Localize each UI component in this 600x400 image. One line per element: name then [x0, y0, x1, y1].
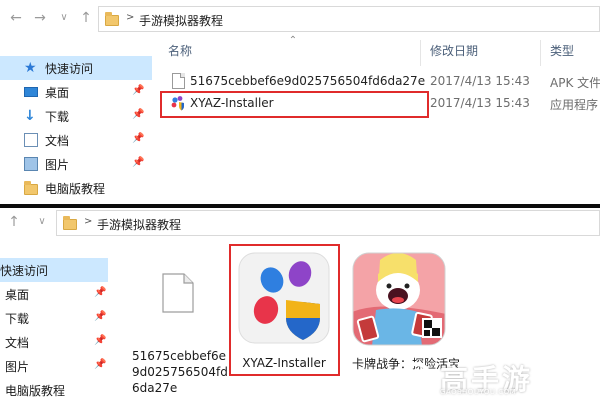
watermark-url: GAOSHOUYOU.COM: [440, 388, 517, 396]
pin-icon[interactable]: 📌: [94, 311, 106, 323]
sidebar-item-label: 快速访问: [0, 264, 49, 278]
breadcrumb-current-folder[interactable]: 手游模拟器教程: [97, 216, 181, 233]
back-arrow-icon[interactable]: ←: [8, 10, 24, 26]
pin-icon[interactable]: 📌: [132, 133, 144, 145]
sidebar-item-label: 电脑版教程: [45, 182, 106, 196]
sidebar-item-documents[interactable]: 文档 📌: [0, 128, 152, 152]
sort-ascending-icon: ⌃: [288, 35, 298, 46]
sidebar-item-quick-access[interactable]: 快速访问: [0, 258, 108, 282]
sidebar-item-label: 文档: [5, 336, 30, 350]
sidebar-item-desktop[interactable]: 桌面 📌: [0, 282, 108, 306]
highlight-box: [229, 244, 340, 376]
sidebar-item-pictures[interactable]: 图片 📌: [0, 354, 108, 378]
breadcrumb-separator: >: [126, 12, 135, 23]
document-icon: [24, 133, 38, 147]
file-type: APK 文件: [550, 76, 600, 90]
pin-icon[interactable]: 📌: [132, 157, 144, 169]
pin-icon[interactable]: 📌: [94, 359, 106, 371]
file-name: 51675cebbef6e9d025756504fd6da27e: [190, 74, 426, 88]
file-row[interactable]: 51675cebbef6e9d025756504fd6da27e 2017/4/…: [160, 71, 600, 93]
sidebar-item-label: 桌面: [45, 86, 70, 100]
caption-line: 9d025756504fd: [132, 365, 228, 379]
recent-chevron-icon[interactable]: ∨: [34, 214, 50, 230]
breadcrumb-separator: >: [84, 216, 93, 227]
file-type: 应用程序: [550, 98, 599, 112]
pin-icon[interactable]: 📌: [132, 109, 144, 121]
sidebar-item-pc-tutorials[interactable]: 电脑版教程: [0, 378, 108, 400]
column-divider[interactable]: [540, 40, 541, 66]
sidebar-item-pc-tutorials[interactable]: 电脑版教程: [0, 176, 152, 200]
column-header-date-modified[interactable]: 修改日期: [430, 42, 478, 66]
folder-icon: [63, 216, 77, 230]
sidebar-item-downloads[interactable]: 下载 📌: [0, 306, 108, 330]
address-bar[interactable]: > 手游模拟器教程: [56, 210, 600, 236]
sidebar-item-documents[interactable]: 文档 📌: [0, 330, 108, 354]
sidebar-item-label: 图片: [5, 360, 30, 374]
gaoshouyou-logo-icon: [400, 362, 432, 394]
column-header-name[interactable]: 名称: [168, 42, 192, 66]
sidebar-item-label: 文档: [45, 134, 70, 148]
address-bar[interactable]: > 手游模拟器教程: [98, 6, 600, 32]
file-tile-card-wars[interactable]: 卡牌战争：探险活宝: [346, 248, 460, 371]
caption-line: 51675cebbef6e: [132, 349, 227, 363]
breadcrumb-current-folder[interactable]: 手游模拟器教程: [139, 12, 223, 29]
folder-icon: [105, 12, 119, 26]
sidebar-item-pictures[interactable]: 图片 📌: [0, 152, 152, 176]
folder-icon: [24, 181, 38, 195]
forward-arrow-icon[interactable]: →: [32, 10, 48, 26]
file-tile[interactable]: 51675cebbef6e 9d025756504fd 6da27e: [128, 248, 228, 398]
recent-chevron-icon[interactable]: ∨: [56, 10, 72, 26]
file-date-modified: 2017/4/13 15:43: [430, 96, 530, 110]
sidebar-item-label: 下载: [45, 110, 70, 124]
sidebar-item-quick-access[interactable]: ★ 快速访问: [0, 56, 152, 80]
pictures-icon: [24, 157, 38, 171]
download-icon: ↓: [24, 108, 36, 124]
file-tile-caption: 51675cebbef6e 9d025756504fd 6da27e: [132, 348, 228, 396]
pin-icon[interactable]: 📌: [94, 287, 106, 299]
sidebar-item-label: 图片: [45, 158, 70, 172]
explorer-window-icons: ↑ ∨ > 手游模拟器教程 快速访问 桌面 📌 下载 📌 文档 📌 图片 📌 电…: [0, 208, 600, 400]
pin-icon[interactable]: 📌: [132, 85, 144, 97]
pin-icon[interactable]: 📌: [94, 335, 106, 347]
blank-file-icon: [162, 273, 194, 313]
desktop-icon: [24, 87, 38, 97]
caption-line: 6da27e: [132, 381, 178, 395]
sidebar-item-label: 电脑版教程: [5, 384, 66, 398]
card-wars-app-icon: [352, 252, 446, 346]
sidebar-item-desktop[interactable]: 桌面 📌: [0, 80, 152, 104]
gaoshouyou-watermark: 高手游 GAOSHOUYOU.COM: [400, 360, 590, 396]
address-bar-row: ↑ ∨ > 手游模拟器教程: [0, 208, 600, 240]
up-arrow-icon[interactable]: ↑: [6, 214, 22, 230]
highlight-box: [160, 91, 429, 118]
sidebar-item-label: 快速访问: [45, 62, 94, 76]
column-divider[interactable]: [420, 40, 421, 66]
column-header-type[interactable]: 类型: [550, 42, 574, 66]
explorer-window-details: ← → ∨ ↑ > 手游模拟器教程 ★ 快速访问 桌面 📌 ↓ 下载 📌 文档 …: [0, 0, 600, 204]
blank-file-icon: [172, 73, 185, 89]
sidebar-item-downloads[interactable]: ↓ 下载 📌: [0, 104, 152, 128]
sidebar-item-label: 桌面: [5, 288, 30, 302]
file-date-modified: 2017/4/13 15:43: [430, 74, 530, 88]
sidebar-item-label: 下载: [5, 312, 30, 326]
up-arrow-icon[interactable]: ↑: [78, 10, 94, 26]
star-icon: ★: [24, 60, 37, 76]
